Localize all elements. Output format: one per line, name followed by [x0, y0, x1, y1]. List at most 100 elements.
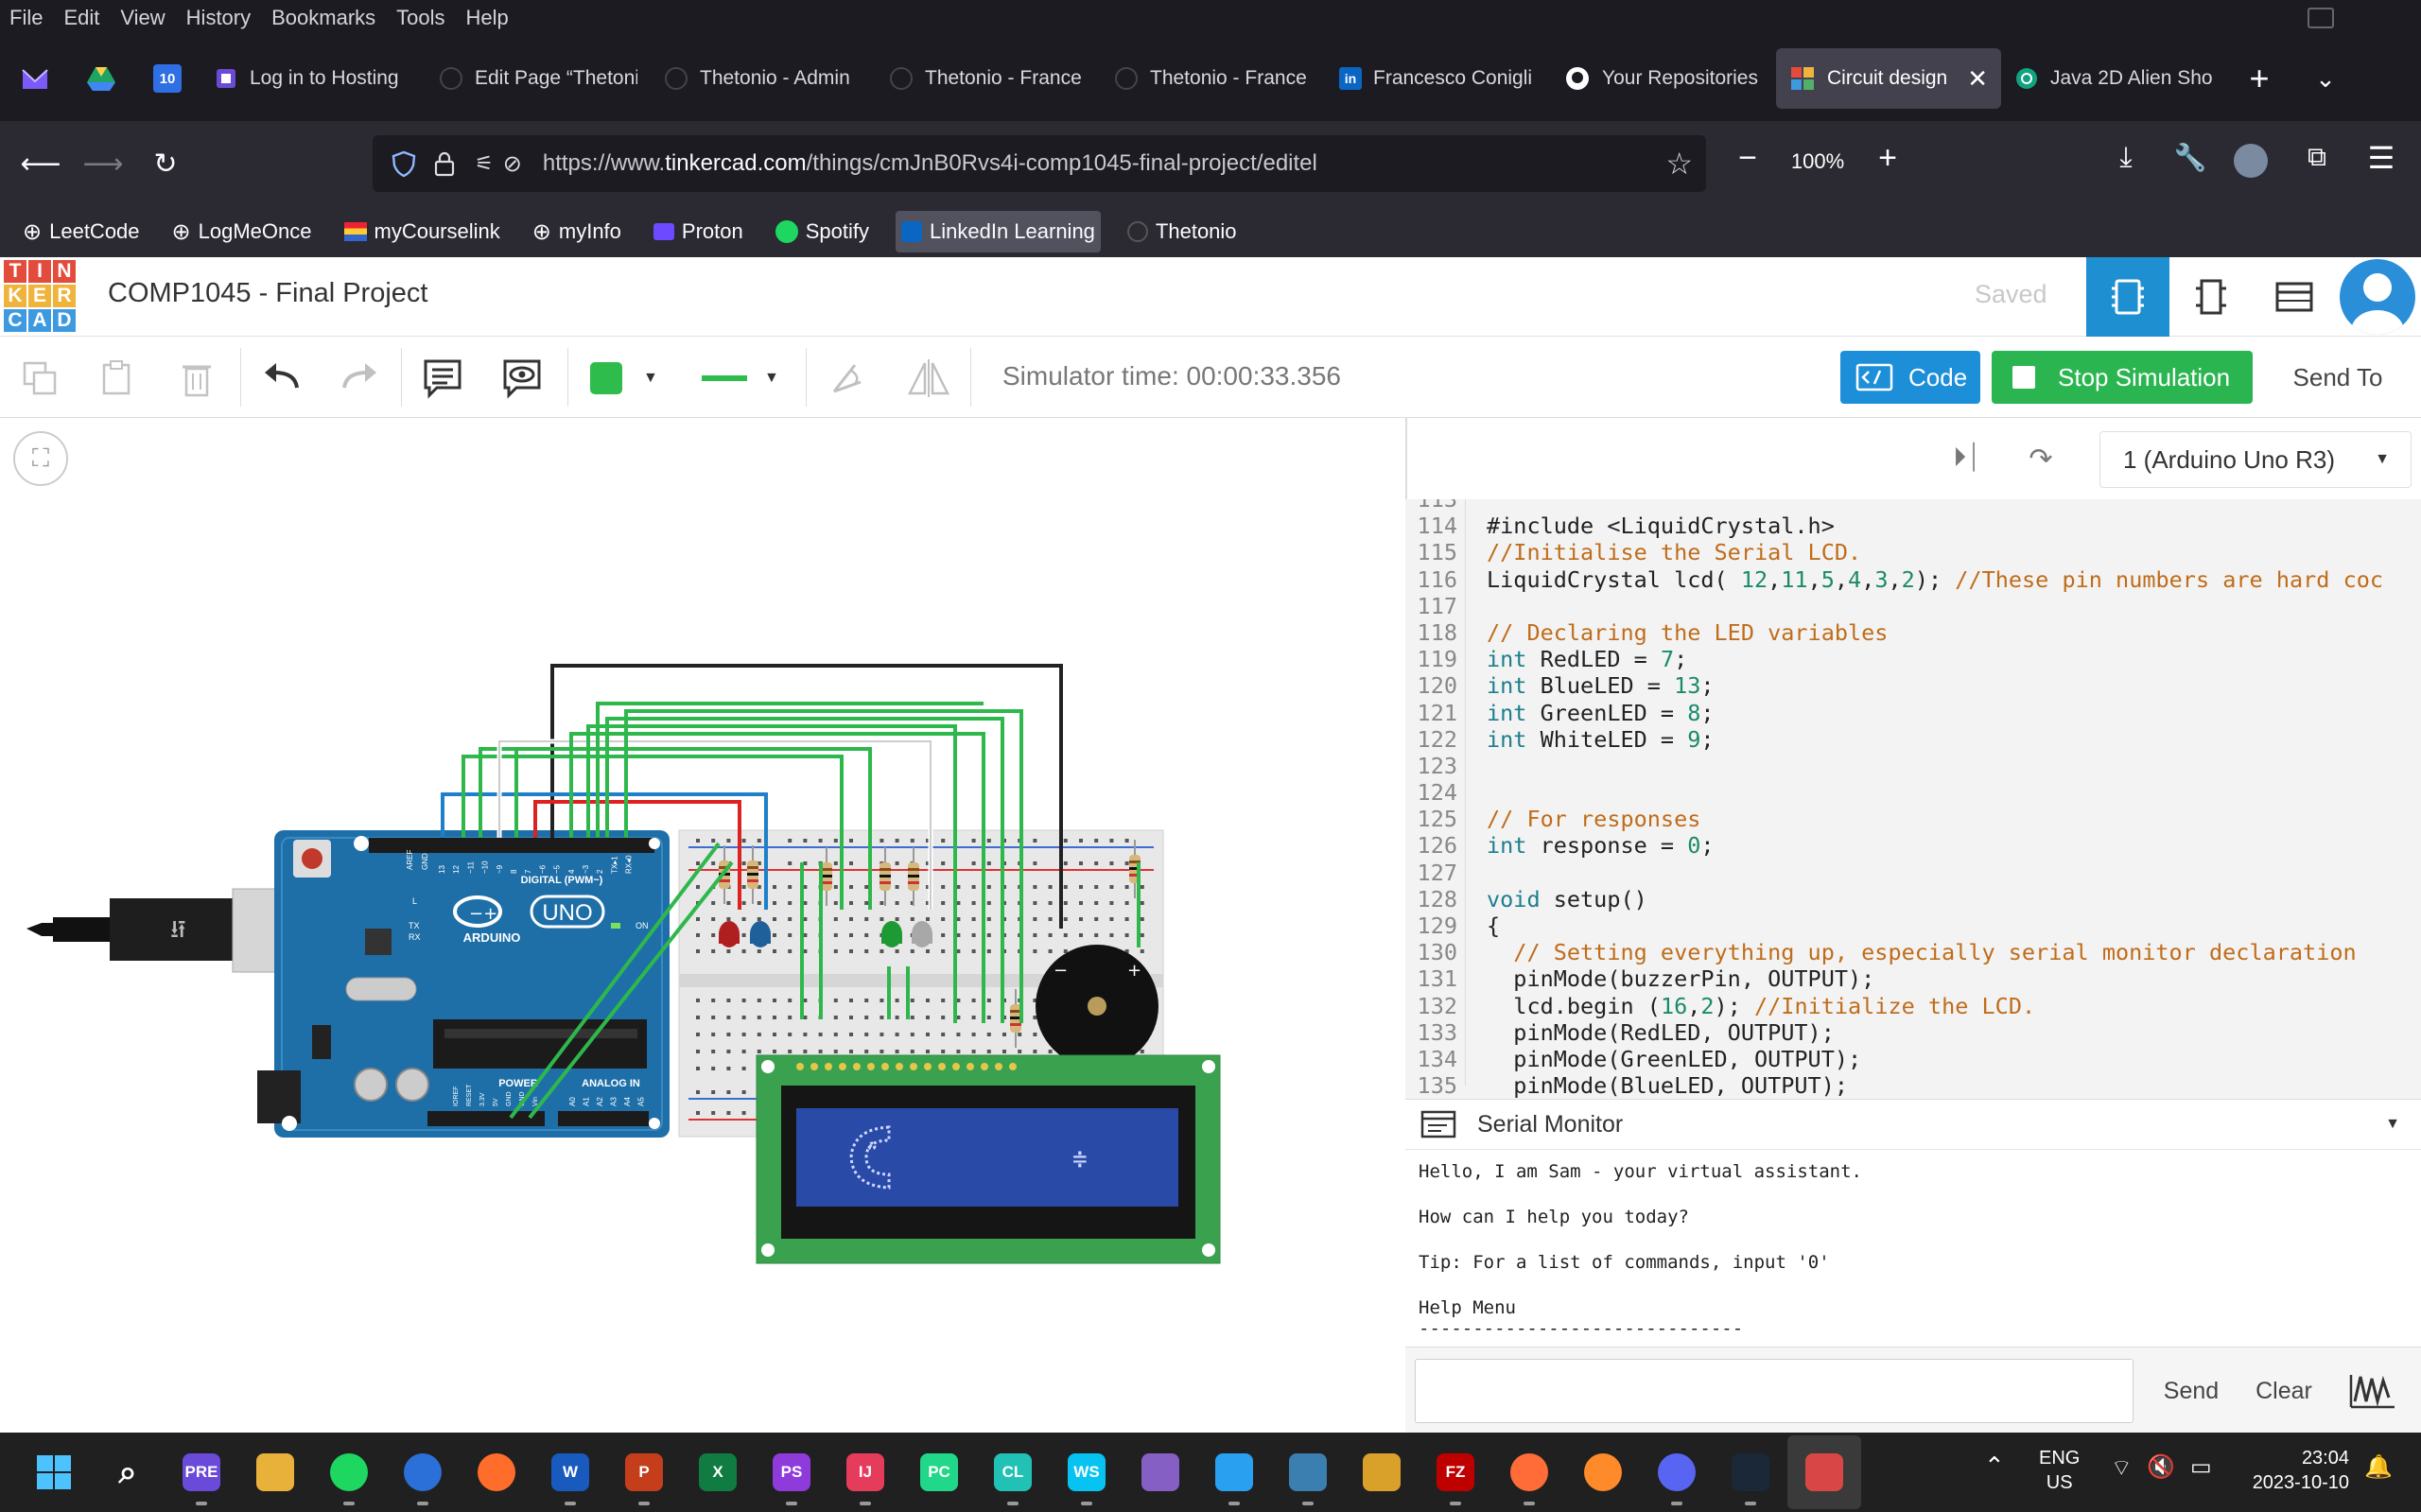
code-editor[interactable]: 113 114 115 116 117 118 119 120 121 122 123 124 125 1… — [1405, 499, 2421, 1099]
taskbar-app-spotify[interactable] — [312, 1435, 386, 1509]
taskbar-app-powerpoint[interactable]: P — [607, 1435, 681, 1509]
shield-icon[interactable] — [390, 149, 418, 178]
wire-type-picker[interactable]: ▼ — [685, 352, 794, 405]
zoom-out-button[interactable]: − — [1727, 140, 1768, 187]
taskbar-app-copilot-pre[interactable]: PRE — [165, 1435, 238, 1509]
project-title[interactable]: COMP1045 - Final Project — [108, 278, 427, 309]
language-indicator[interactable]: ENG US — [2039, 1446, 2080, 1495]
tab-7-active[interactable]: Circuit design ✕ — [1776, 48, 2001, 109]
taskbar-app-word[interactable]: W — [533, 1435, 607, 1509]
blue-led[interactable] — [750, 921, 771, 947]
taskbar-app-firefox-dev[interactable] — [386, 1435, 460, 1509]
piezo-buzzer[interactable]: − + — [1036, 945, 1158, 1068]
code-line[interactable]: int RedLED = 7; — [1487, 646, 2383, 672]
menu-view[interactable]: View — [120, 6, 165, 30]
taskbar-app-pycharm[interactable]: PC — [902, 1435, 976, 1509]
paste-button[interactable] — [91, 352, 144, 405]
menu-help[interactable]: Help — [466, 6, 509, 30]
tab-1[interactable]: Edit Page “Thetonio — [426, 48, 651, 109]
code-line[interactable] — [1487, 499, 2383, 513]
code-line[interactable]: pinMode(RedLED, OUTPUT); — [1487, 1019, 2383, 1046]
battery-icon[interactable]: ▭ — [2190, 1453, 2212, 1481]
code-line[interactable]: // Setting everything up, especially ser… — [1487, 939, 2383, 965]
notifications-icon[interactable]: 🔔 — [2364, 1453, 2393, 1481]
bookmark-thetonio[interactable]: Thetonio — [1122, 211, 1243, 252]
code-button[interactable]: Code — [1840, 351, 1980, 404]
send-to-button[interactable]: Send To — [2266, 351, 2410, 404]
taskbar-app-mysql-workbench[interactable] — [1271, 1435, 1345, 1509]
pinned-tab-calendar[interactable]: 10 — [134, 50, 200, 107]
code-line[interactable]: //Initialise the Serial LCD. — [1487, 539, 2383, 565]
close-tab-icon[interactable]: ✕ — [1967, 64, 1988, 94]
tinkercad-logo[interactable]: T I N K E R C A D — [4, 260, 76, 332]
taskbar-app-excel[interactable]: X — [681, 1435, 755, 1509]
code-line[interactable]: // For responses — [1487, 806, 2383, 832]
notes-button[interactable] — [416, 352, 469, 405]
lock-icon[interactable] — [431, 149, 458, 178]
wire-color-picker[interactable]: ▼ — [575, 352, 675, 405]
code-line[interactable] — [1487, 753, 2383, 779]
back-button[interactable]: ⟵ — [9, 132, 72, 195]
bookmark-myinfo[interactable]: ⊕ myInfo — [527, 211, 627, 252]
permissions-icon[interactable]: ⚟ — [475, 151, 494, 176]
tab-8[interactable]: Java 2D Alien Sho — [2001, 48, 2226, 109]
bookmark-star-icon[interactable]: ☆ — [1665, 146, 1693, 182]
serial-clear-button[interactable]: Clear — [2239, 1359, 2328, 1423]
serial-monitor-header[interactable]: Serial Monitor ▼ — [1405, 1099, 2421, 1150]
taskbar-app-vscode[interactable] — [1197, 1435, 1271, 1509]
rotate-button[interactable] — [821, 352, 874, 405]
red-led[interactable] — [719, 921, 740, 947]
bookmark-logmeonce[interactable]: ⊕ LogMeOnce — [166, 211, 318, 252]
pinned-tab-proton-mail[interactable] — [2, 50, 68, 107]
code-line[interactable]: // Declaring the LED variables — [1487, 619, 2383, 646]
list-tabs-icon[interactable]: ⌄ — [2292, 64, 2359, 94]
menu-bookmarks[interactable]: Bookmarks — [271, 6, 375, 30]
clock[interactable]: 23:04 2023-10-10 — [2243, 1446, 2349, 1495]
code-line[interactable]: int BlueLED = 13; — [1487, 672, 2383, 699]
tab-3[interactable]: Thetonio - France — [876, 48, 1101, 109]
serial-input[interactable] — [1415, 1359, 2134, 1423]
user-avatar[interactable] — [2340, 259, 2415, 335]
new-tab-button[interactable]: + — [2226, 59, 2292, 98]
taskbar-app-firefox[interactable] — [460, 1435, 533, 1509]
copy-button[interactable] — [13, 352, 66, 405]
flip-button[interactable] — [902, 352, 955, 405]
extensions-icon[interactable]: ⧉ — [2296, 142, 2338, 183]
taskbar-app-intellij[interactable]: IJ — [828, 1435, 902, 1509]
reload-button[interactable]: ↻ — [134, 132, 197, 195]
stop-simulation-button[interactable]: Stop Simulation — [1992, 351, 2253, 404]
code-line[interactable]: int response = 0; — [1487, 832, 2383, 859]
circuit-canvas[interactable]: ⛶ ⭿ −+ UNO ARDUINO DIGITAL (PWM~) POWER … — [0, 418, 1405, 1433]
taskbar-app-tools[interactable] — [1345, 1435, 1419, 1509]
code-line[interactable] — [1487, 860, 2383, 886]
schematic-view-button[interactable] — [2169, 257, 2253, 337]
arduino-uno-board[interactable]: −+ UNO ARDUINO DIGITAL (PWM~) POWER ANAL… — [257, 830, 670, 1138]
pinned-tab-google-drive[interactable] — [68, 50, 134, 107]
volume-muted-icon[interactable]: 🔇 — [2147, 1453, 2175, 1481]
code-line[interactable]: lcd.begin (16,2); //Initialize the LCD. — [1487, 993, 2383, 1019]
code-line[interactable] — [1487, 593, 2383, 619]
bookmark-linkedin-learning[interactable]: LinkedIn Learning — [896, 211, 1101, 252]
tab-0[interactable]: Log in to Hosting — [200, 48, 426, 109]
tracking-blocked-icon[interactable]: ⊘ — [503, 150, 522, 178]
taskbar-app-clion[interactable]: CL — [976, 1435, 1050, 1509]
code-line[interactable]: void setup() — [1487, 886, 2383, 912]
code-text[interactable]: #include <LiquidCrystal.h>//Initialise t… — [1487, 499, 2383, 1099]
code-line[interactable]: LiquidCrystal lcd( 12,11,5,4,3,2); //The… — [1487, 566, 2383, 593]
code-line[interactable]: pinMode(GreenLED, OUTPUT); — [1487, 1046, 2383, 1072]
show-hidden-icons[interactable]: ⌃ — [1984, 1451, 2005, 1481]
collapse-icon[interactable]: ▼ — [2385, 1116, 2400, 1133]
circuit-view-button[interactable] — [2086, 257, 2169, 337]
taskbar-app-steam[interactable] — [1714, 1435, 1787, 1509]
green-led[interactable] — [881, 921, 902, 947]
device-select[interactable]: 1 (Arduino Uno R3) ▼ — [2099, 431, 2412, 488]
taskbar-app-windows-start[interactable] — [17, 1435, 91, 1509]
taskbar-app-webstorm[interactable]: WS — [1050, 1435, 1123, 1509]
address-bar[interactable]: ⚟ ⊘ https://www.tinkercad.com/things/cmJ… — [373, 135, 1706, 192]
taskbar-app-discord[interactable] — [1640, 1435, 1714, 1509]
zoom-in-button[interactable]: + — [1867, 140, 1908, 187]
undo-button[interactable] — [255, 352, 308, 405]
step-over-button[interactable]: ↷ — [2020, 443, 2062, 484]
taskbar-app-browser[interactable] — [1566, 1435, 1640, 1509]
bookmark-spotify[interactable]: Spotify — [770, 211, 875, 252]
